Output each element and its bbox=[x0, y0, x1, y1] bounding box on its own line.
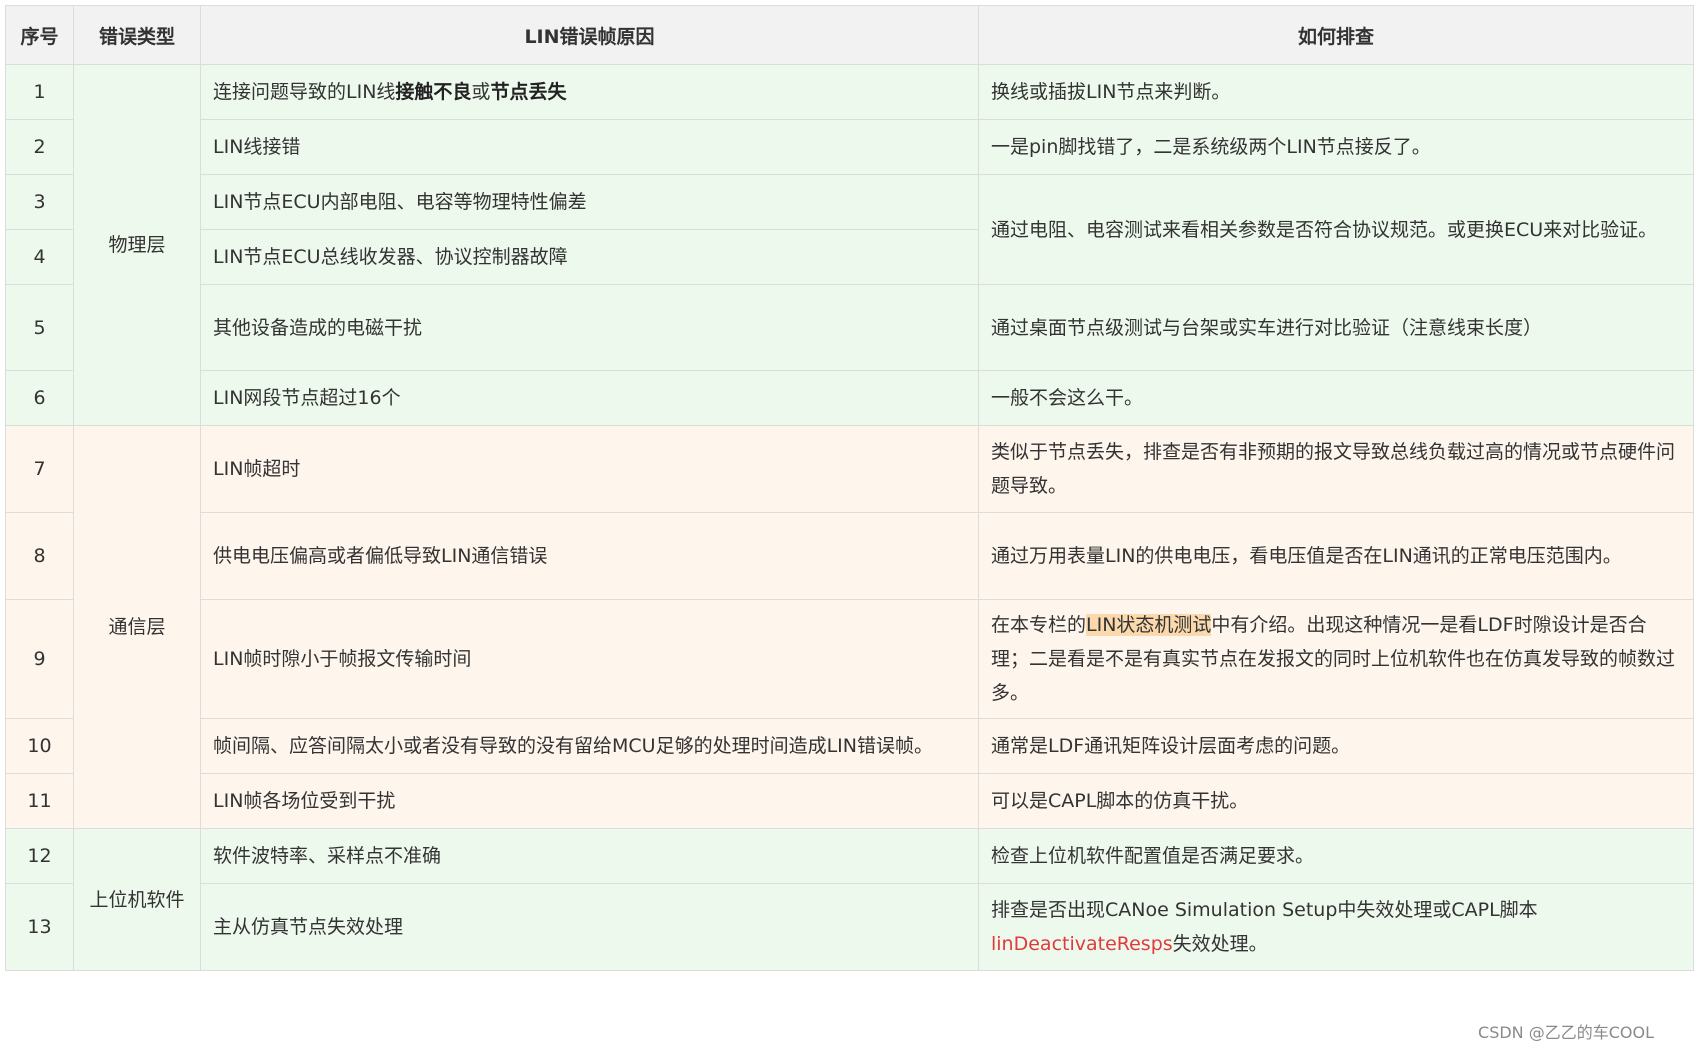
check-cell: 在本专栏的LIN状态机测试中有介绍。出现这种情况一是看LDF时隙设计是否合理；二… bbox=[978, 599, 1694, 719]
row-number: 9 bbox=[5, 599, 74, 719]
table-row: 1 物理层 连接问题导致的LIN线接触不良或节点丢失 换线或插拔LIN节点来判断… bbox=[5, 64, 1694, 426]
row-number: 2 bbox=[5, 119, 74, 175]
category-physical: 物理层 bbox=[73, 64, 201, 426]
check-cell: 通过万用表量LIN的供电电压，看电压值是否在LIN通讯的正常电压范围内。 bbox=[978, 512, 1694, 600]
check-cell: 通过桌面节点级测试与台架或实车进行对比验证（注意线束长度） bbox=[978, 284, 1694, 371]
row-number: 5 bbox=[5, 284, 74, 371]
cause-text: 连接问题导致的LIN线 bbox=[213, 81, 396, 103]
check-cell: 类似于节点丢失，排查是否有非预期的报文导致总线负载过高的情况或节点硬件问题导致。 bbox=[978, 425, 1694, 513]
row-number: 11 bbox=[5, 773, 74, 829]
check-cell: 一是pin脚找错了，二是系统级两个LIN节点接反了。 bbox=[978, 119, 1694, 175]
check-text: 失效处理。 bbox=[1172, 933, 1268, 955]
category-comm: 通信层 bbox=[73, 425, 201, 829]
cause-cell: LIN帧超时 bbox=[200, 425, 979, 513]
category-host: 上位机软件 bbox=[73, 828, 201, 971]
table-row: 6 LIN网段节点超过16个 一般不会这么干。 bbox=[5, 370, 1694, 426]
check-text: 排查是否出现CANoe Simulation Setup中失效处理或CAPL脚本 bbox=[991, 899, 1538, 921]
cause-bold: 节点丢失 bbox=[490, 81, 567, 103]
cause-cell: LIN节点ECU内部电阻、电容等物理特性偏差 bbox=[200, 174, 979, 230]
cause-cell: 连接问题导致的LIN线接触不良或节点丢失 bbox=[200, 64, 979, 120]
cause-cell: LIN网段节点超过16个 bbox=[200, 370, 979, 426]
row-number: 6 bbox=[5, 370, 74, 426]
table-row: 11 LIN帧各场位受到干扰 可以是CAPL脚本的仿真干扰。 bbox=[5, 773, 1694, 829]
row-number: 10 bbox=[5, 718, 74, 774]
check-cell: 通常是LDF通讯矩阵设计层面考虑的问题。 bbox=[978, 718, 1694, 774]
row-number: 12 bbox=[5, 828, 74, 884]
row-number: 4 bbox=[5, 229, 74, 285]
header-num: 序号 bbox=[5, 5, 74, 65]
row-number: 7 bbox=[5, 425, 74, 513]
check-text: 在本专栏的 bbox=[991, 614, 1087, 636]
cause-cell: 供电电压偏高或者偏低导致LIN通信错误 bbox=[200, 512, 979, 600]
check-cell: 一般不会这么干。 bbox=[978, 370, 1694, 426]
check-cell: 排查是否出现CANoe Simulation Setup中失效处理或CAPL脚本… bbox=[978, 883, 1694, 971]
cause-cell: LIN线接错 bbox=[200, 119, 979, 175]
cause-cell: 软件波特率、采样点不准确 bbox=[200, 828, 979, 884]
table-row: 7 通信层 LIN帧超时 类似于节点丢失，排查是否有非预期的报文导致总线负载过高… bbox=[5, 425, 1694, 829]
cause-bold: 接触不良 bbox=[395, 81, 472, 103]
cause-cell: LIN帧时隙小于帧报文传输时间 bbox=[200, 599, 979, 719]
header-check: 如何排查 bbox=[978, 5, 1694, 65]
table-row: 10 帧间隔、应答间隔太小或者没有导致的没有留给MCU足够的处理时间造成LIN错… bbox=[5, 718, 1694, 774]
row-number: 3 bbox=[5, 174, 74, 230]
table-row: 9 LIN帧时隙小于帧报文传输时间 在本专栏的LIN状态机测试中有介绍。出现这种… bbox=[5, 599, 1694, 719]
table-row: 12 上位机软件 软件波特率、采样点不准确 检查上位机软件配置值是否满足要求。 bbox=[5, 828, 1694, 971]
lin-error-table: 序号 错误类型 LIN错误帧原因 如何排查 1 物理层 连接问题导致的LIN线接… bbox=[5, 5, 1694, 971]
row-number: 13 bbox=[5, 883, 74, 971]
cause-cell: 主从仿真节点失效处理 bbox=[200, 883, 979, 971]
cause-cell: LIN帧各场位受到干扰 bbox=[200, 773, 979, 829]
cause-cell: 其他设备造成的电磁干扰 bbox=[200, 284, 979, 371]
cause-cell: LIN节点ECU总线收发器、协议控制器故障 bbox=[200, 229, 979, 285]
table-row: 5 其他设备造成的电磁干扰 通过桌面节点级测试与台架或实车进行对比验证（注意线束… bbox=[5, 284, 1694, 371]
check-cell: 检查上位机软件配置值是否满足要求。 bbox=[978, 828, 1694, 884]
table-row: 3 LIN节点ECU内部电阻、电容等物理特性偏差 通过电阻、电容测试来看相关参数… bbox=[5, 174, 1694, 285]
check-cell: 通过电阻、电容测试来看相关参数是否符合协议规范。或更换ECU来对比验证。 bbox=[978, 174, 1694, 285]
row-number: 1 bbox=[5, 64, 74, 120]
check-cell: 换线或插拔LIN节点来判断。 bbox=[978, 64, 1694, 120]
table-row: 2 LIN线接错 一是pin脚找错了，二是系统级两个LIN节点接反了。 bbox=[5, 119, 1694, 175]
table-row: 13 主从仿真节点失效处理 排查是否出现CANoe Simulation Set… bbox=[5, 883, 1694, 971]
table-row: 8 供电电压偏高或者偏低导致LIN通信错误 通过万用表量LIN的供电电压，看电压… bbox=[5, 512, 1694, 600]
header-row: 序号 错误类型 LIN错误帧原因 如何排查 bbox=[5, 5, 1694, 65]
row-number: 8 bbox=[5, 512, 74, 600]
header-cause: LIN错误帧原因 bbox=[200, 5, 979, 65]
cause-cell: 帧间隔、应答间隔太小或者没有导致的没有留给MCU足够的处理时间造成LIN错误帧。 bbox=[200, 718, 979, 774]
header-type: 错误类型 bbox=[73, 5, 201, 65]
highlighted-text: LIN状态机测试 bbox=[1086, 614, 1212, 636]
watermark: CSDN @乙乙的车COOL bbox=[1478, 1023, 1654, 1042]
red-code-text: linDeactivateResps bbox=[991, 933, 1173, 955]
check-cell: 可以是CAPL脚本的仿真干扰。 bbox=[978, 773, 1694, 829]
cause-text: 或 bbox=[471, 81, 491, 103]
